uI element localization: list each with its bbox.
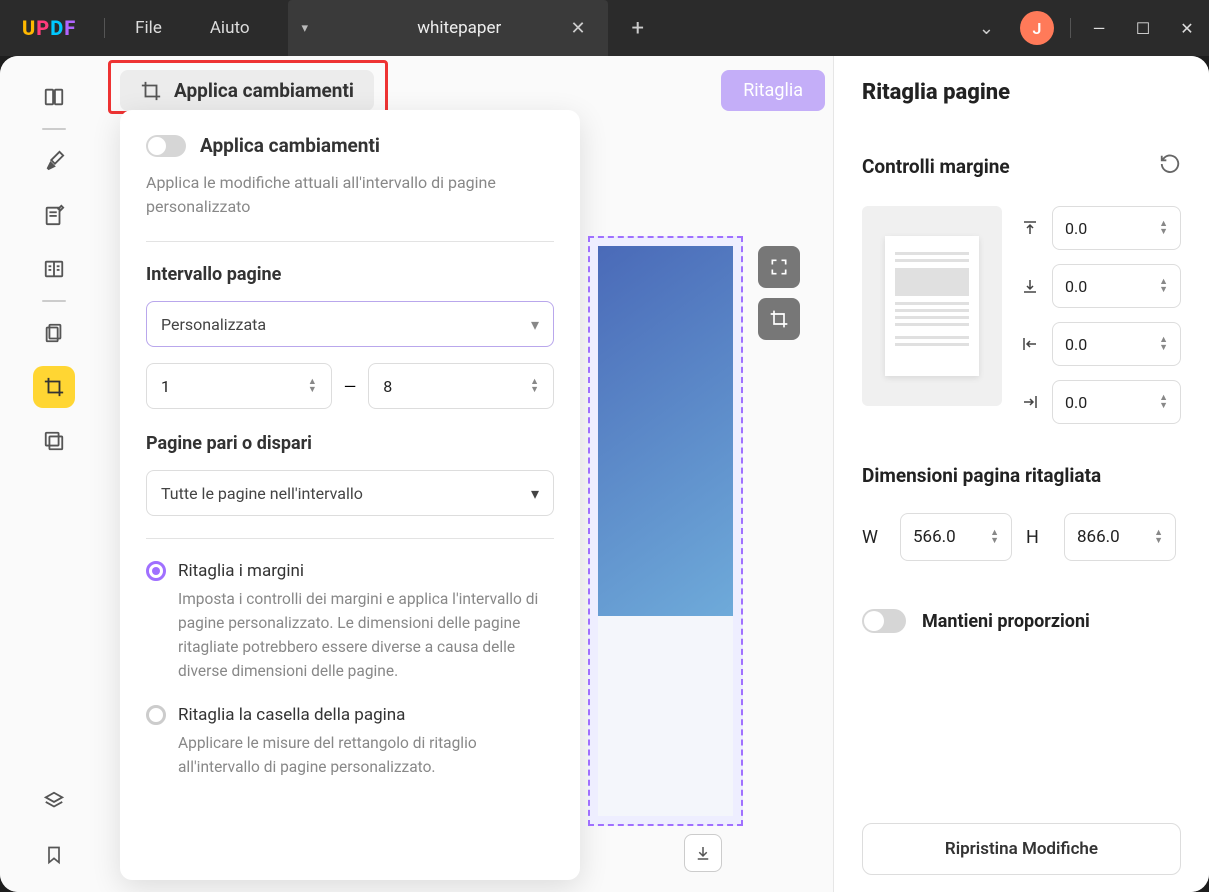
sidebar-pages-icon[interactable] xyxy=(33,312,75,354)
window-minimize[interactable]: — xyxy=(1077,19,1121,38)
sidebar-bookmark-icon[interactable] xyxy=(33,834,75,876)
app-menu-dropdown[interactable]: ⌄ xyxy=(963,18,1010,39)
document-tab[interactable]: ▾ whitepaper ✕ xyxy=(288,0,608,56)
margin-bottom-icon xyxy=(1018,277,1042,295)
sidebar-layers-icon[interactable] xyxy=(33,780,75,822)
margin-controls-label: Controlli margine xyxy=(862,155,1010,178)
menu-help[interactable]: Aiuto xyxy=(186,18,274,38)
radio-crop-margins[interactable] xyxy=(146,561,166,581)
range-to-input[interactable]: 8 ▲▼ xyxy=(368,363,554,409)
popover-description: Applica le modifiche attuali all'interva… xyxy=(146,171,554,219)
window-maximize[interactable]: ☐ xyxy=(1121,19,1165,38)
popover-title: Applica cambiamenti xyxy=(200,134,380,157)
crop-button[interactable]: Ritaglia xyxy=(721,70,825,111)
sidebar-reader-icon[interactable] xyxy=(33,76,75,118)
margin-left-icon xyxy=(1018,335,1042,353)
radio-crop-margins-label: Ritaglia i margini xyxy=(178,561,304,581)
sidebar-layout-icon[interactable] xyxy=(33,248,75,290)
odd-even-label: Pagine pari o dispari xyxy=(146,433,554,454)
spinner-icon[interactable]: ▲▼ xyxy=(530,378,539,394)
main-area: Applica cambiamenti Ritaglia Applica cam… xyxy=(0,56,1209,892)
menu-file[interactable]: File xyxy=(111,18,186,38)
document-area: Applica cambiamenti Ritaglia Applica cam… xyxy=(108,56,833,892)
margin-right-input[interactable]: 0.0▲▼ xyxy=(1052,380,1181,424)
tab-dropdown-icon[interactable]: ▾ xyxy=(302,21,309,36)
user-avatar[interactable]: J xyxy=(1020,11,1054,45)
page-thumbnail xyxy=(862,206,1002,406)
margin-bottom-input[interactable]: 0.0▲▼ xyxy=(1052,264,1181,308)
app-logo: UPDF xyxy=(0,16,98,40)
restore-button[interactable]: Ripristina Modifiche xyxy=(862,823,1181,875)
keep-aspect-toggle[interactable] xyxy=(862,609,906,633)
margin-top-icon xyxy=(1018,219,1042,237)
cropped-dimensions-label: Dimensioni pagina ritagliata xyxy=(862,464,1181,487)
page-preview[interactable] xyxy=(588,236,743,826)
titlebar: UPDF File Aiuto ▾ whitepaper ✕ + ⌄ J — ☐… xyxy=(0,0,1209,56)
crop-apply-icon xyxy=(140,80,162,102)
tab-title: whitepaper xyxy=(356,18,562,38)
apply-toggle[interactable] xyxy=(146,135,186,157)
sidebar-crop-icon[interactable] xyxy=(33,366,75,408)
left-sidebar xyxy=(0,56,108,892)
dropdown-icon: ▾ xyxy=(531,484,539,503)
reset-margins-icon[interactable] xyxy=(1159,153,1181,180)
apply-changes-label: Applica cambiamenti xyxy=(174,79,354,102)
apply-changes-button[interactable]: Applica cambiamenti xyxy=(120,70,374,111)
radio-crop-box-label: Ritaglia la casella della pagina xyxy=(178,705,405,725)
range-from-input[interactable]: 1 ▲▼ xyxy=(146,363,332,409)
apply-changes-popover: Applica cambiamenti Applica le modifiche… xyxy=(120,110,580,880)
tab-close-icon[interactable]: ✕ xyxy=(562,18,593,39)
radio-crop-box-desc: Applicare le misure del rettangolo di ri… xyxy=(178,731,554,779)
odd-even-select[interactable]: Tutte le pagine nell'intervallo ▾ xyxy=(146,470,554,516)
spinner-icon[interactable]: ▲▼ xyxy=(308,378,317,394)
radio-crop-margins-desc: Imposta i controlli dei margini e applic… xyxy=(178,587,554,683)
keep-aspect-label: Mantieni proporzioni xyxy=(922,611,1090,632)
crop-tool-icon[interactable] xyxy=(758,298,800,340)
sidebar-edit-icon[interactable] xyxy=(33,194,75,236)
panel-title: Ritaglia pagine xyxy=(862,80,1181,105)
download-icon xyxy=(694,844,712,862)
margin-right-icon xyxy=(1018,393,1042,411)
height-label: H xyxy=(1026,527,1050,548)
new-tab-button[interactable]: + xyxy=(608,16,668,41)
download-button[interactable] xyxy=(684,834,722,872)
interval-select[interactable]: Personalizzata ▾ xyxy=(146,301,554,347)
width-label: W xyxy=(862,527,886,548)
height-input[interactable]: 866.0▲▼ xyxy=(1064,513,1176,561)
margin-top-input[interactable]: 0.0▲▼ xyxy=(1052,206,1181,250)
fit-page-icon[interactable] xyxy=(758,246,800,288)
dropdown-icon: ▾ xyxy=(531,315,539,334)
width-input[interactable]: 566.0▲▼ xyxy=(900,513,1012,561)
margin-left-input[interactable]: 0.0▲▼ xyxy=(1052,322,1181,366)
sidebar-highlight-icon[interactable] xyxy=(33,140,75,182)
window-close[interactable]: ✕ xyxy=(1165,19,1209,38)
right-panel: Ritaglia pagine Controlli margine 0.0▲▼ xyxy=(833,56,1209,892)
interval-label: Intervallo pagine xyxy=(146,264,554,285)
sidebar-watermark-icon[interactable] xyxy=(33,420,75,462)
radio-crop-box[interactable] xyxy=(146,705,166,725)
